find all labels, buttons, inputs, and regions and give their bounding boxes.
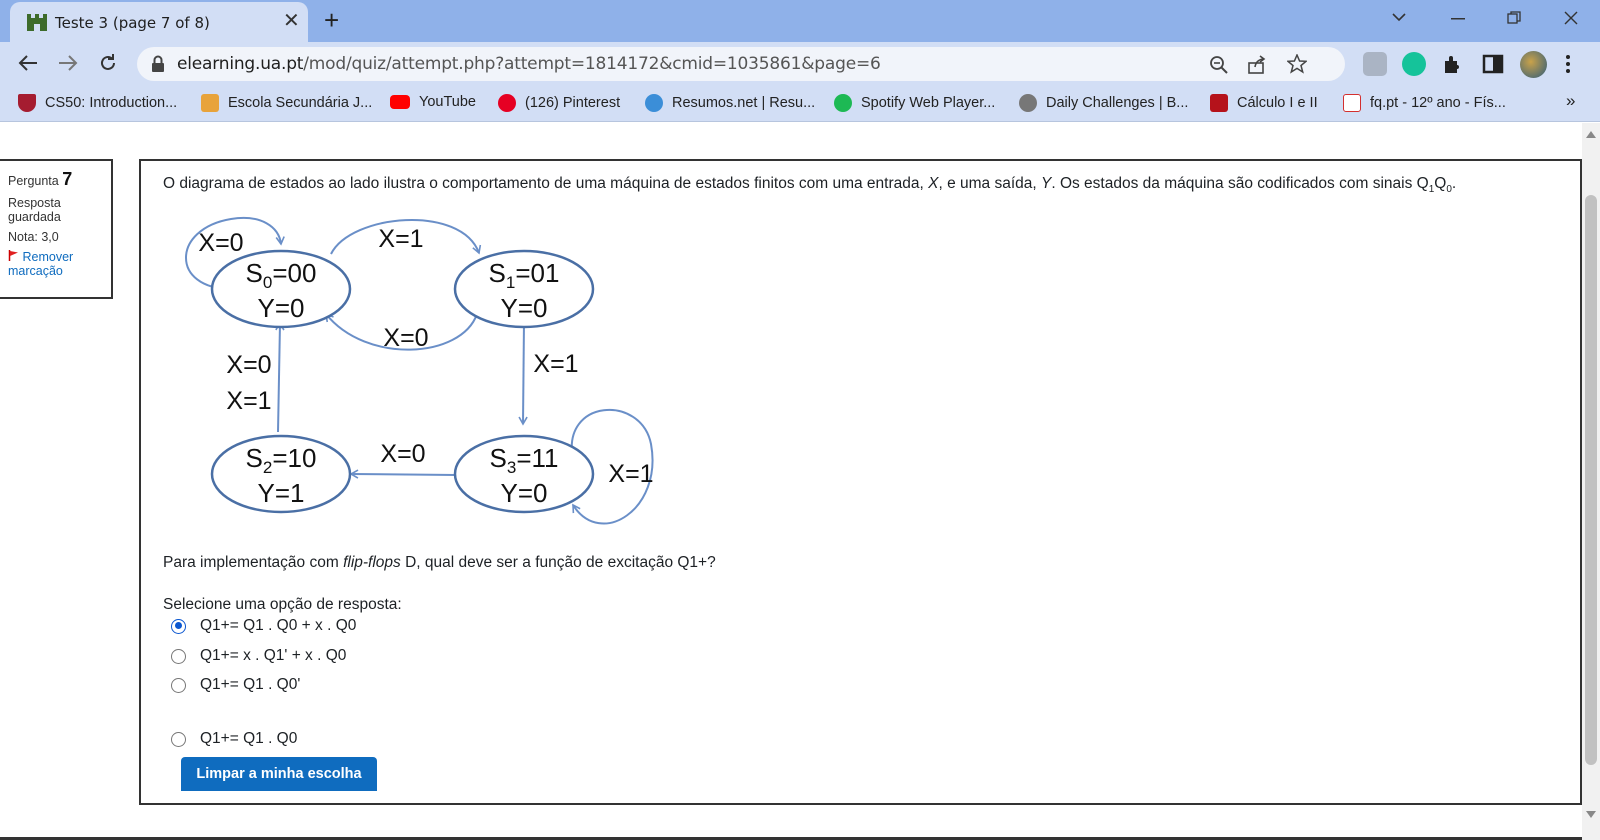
label-s2-to-s0-b: X=1 — [226, 387, 271, 415]
bookmark-escola[interactable]: Escola Secundária J... — [201, 94, 372, 112]
question-text: O diagrama de estados ao lado ilustra o … — [163, 175, 1457, 196]
spotify-icon — [834, 94, 852, 112]
question-number: 7 — [62, 169, 73, 189]
zoom-icon[interactable] — [1209, 55, 1229, 75]
close-tab-icon[interactable]: ✕ — [283, 10, 300, 32]
address-bar[interactable]: elearning.ua.pt/mod/quiz/attempt.php?att… — [137, 47, 1345, 81]
bookmark-daily-challenges[interactable]: Daily Challenges | B... — [1019, 94, 1188, 112]
edge-s2-to-s0 — [275, 321, 285, 433]
option-3-label[interactable]: Q1+= Q1 . Q0' — [200, 676, 300, 694]
url-path: /mod/quiz/attempt.php?attempt=1814172&cm… — [303, 54, 881, 74]
new-tab-button[interactable]: + — [324, 6, 339, 34]
minimize-icon[interactable] — [1451, 18, 1465, 20]
restore-icon[interactable] — [1507, 11, 1521, 25]
answer-option-3[interactable]: Q1+= Q1 . Q0' — [171, 676, 300, 694]
resumos-icon — [645, 94, 663, 112]
state-s1-label: S1=01 — [489, 258, 560, 292]
scroll-up-icon[interactable] — [1586, 131, 1596, 138]
lock-icon — [152, 55, 164, 72]
label-s2-to-s0-a: X=0 — [226, 351, 271, 379]
bookmarks-more-icon[interactable]: » — [1566, 91, 1575, 111]
tab-search-icon[interactable] — [1392, 12, 1406, 22]
scrollbar-thumb[interactable] — [1585, 195, 1597, 765]
answer-status: Resposta guardada — [8, 196, 61, 224]
harvard-shield-icon — [18, 94, 36, 112]
url-host: elearning.ua.pt — [177, 54, 304, 74]
fq-icon — [1343, 94, 1361, 112]
question-container: O diagrama de estados ao lado ilustra o … — [139, 159, 1582, 805]
state-s0-label: S0=00 — [246, 258, 317, 292]
state-s0-output: Y=0 — [258, 293, 305, 323]
bookmark-star-icon[interactable] — [1287, 54, 1307, 74]
answer-option-1[interactable]: Q1+= Q1 . Q0 + x . Q0 — [171, 617, 356, 635]
edge-s3-to-s2 — [349, 469, 457, 479]
bookmarks-bar: CS50: Introduction... Escola Secundária … — [0, 86, 1600, 122]
label-s0-self: X=0 — [198, 229, 243, 257]
radio-option-4[interactable] — [171, 731, 186, 747]
question-info-panel: Pergunta 7 Resposta guardada Nota: 3,0 R… — [0, 159, 113, 299]
label-s3-self: X=1 — [608, 460, 653, 488]
bookmark-cs50[interactable]: CS50: Introduction... — [18, 94, 177, 112]
browser-toolbar: elearning.ua.pt/mod/quiz/attempt.php?att… — [0, 42, 1600, 86]
state-s1-output: Y=0 — [501, 293, 548, 323]
challenge-icon — [1019, 94, 1037, 112]
label-s1-to-s3: X=1 — [533, 350, 578, 378]
question-label: Pergunta — [8, 174, 59, 188]
option-1-label[interactable]: Q1+= Q1 . Q0 + x . Q0 — [200, 617, 356, 635]
bookmark-pinterest[interactable]: (126) Pinterest — [498, 94, 620, 112]
browser-tab-strip: Teste 3 (page 7 of 8) ✕ + — [0, 0, 1600, 42]
answer-option-4[interactable]: Q1+= Q1 . Q0 — [171, 730, 297, 748]
moodle-castle-icon — [27, 14, 47, 31]
calculo-icon — [1210, 94, 1228, 112]
state-s3-output: Y=0 — [501, 478, 548, 508]
radio-option-3[interactable] — [171, 677, 186, 693]
remove-flag-link[interactable]: Remover marcação — [8, 250, 111, 278]
grammarly-icon[interactable] — [1402, 52, 1426, 76]
bookmark-youtube[interactable]: YouTube — [390, 94, 476, 110]
label-s0-to-s1: X=1 — [378, 225, 423, 253]
flag-icon — [8, 250, 18, 261]
youtube-icon — [390, 95, 410, 109]
reload-icon[interactable] — [98, 53, 118, 73]
state-s2-output: Y=1 — [258, 478, 305, 508]
extensions-puzzle-icon[interactable] — [1441, 52, 1465, 76]
bookmark-spotify[interactable]: Spotify Web Player... — [834, 94, 995, 112]
grade-text: Nota: 3,0 — [8, 230, 59, 244]
select-label: Selecione uma opção de resposta: — [163, 596, 402, 613]
question-prompt: Para implementação com flip-flops D, qua… — [163, 554, 716, 571]
bookmark-fq[interactable]: fq.pt - 12º ano - Fís... — [1343, 94, 1506, 112]
school-icon — [201, 94, 219, 112]
pinterest-icon — [498, 94, 516, 112]
bookmark-resumos[interactable]: Resumos.net | Resu... — [645, 94, 815, 112]
url-text[interactable]: elearning.ua.pt/mod/quiz/attempt.php?att… — [177, 54, 881, 74]
bookmark-calculo[interactable]: Cálculo I e II — [1210, 94, 1318, 112]
label-s3-to-s2: X=0 — [380, 440, 425, 468]
profile-avatar[interactable] — [1520, 51, 1547, 78]
option-4-label[interactable]: Q1+= Q1 . Q0 — [200, 730, 297, 748]
forward-icon[interactable] — [58, 54, 78, 72]
page-scrollbar[interactable] — [1582, 123, 1600, 840]
tab-title: Teste 3 (page 7 of 8) — [55, 14, 210, 32]
answer-option-2[interactable]: Q1+= x . Q1' + x . Q0 — [171, 647, 346, 665]
label-s1-to-s0: X=0 — [383, 324, 428, 352]
radio-option-2[interactable] — [171, 648, 186, 664]
page-content: Pergunta 7 Resposta guardada Nota: 3,0 R… — [0, 123, 1600, 840]
option-2-label[interactable]: Q1+= x . Q1' + x . Q0 — [200, 647, 346, 665]
share-icon[interactable] — [1247, 55, 1267, 75]
radio-option-1[interactable] — [171, 618, 186, 634]
question-number-line: Pergunta 7 — [8, 169, 111, 190]
scroll-down-icon[interactable] — [1586, 811, 1596, 818]
state-s2-label: S2=10 — [246, 443, 317, 477]
close-window-icon[interactable] — [1564, 11, 1578, 25]
edge-s1-to-s3 — [518, 320, 528, 426]
browser-tab[interactable]: Teste 3 (page 7 of 8) ✕ — [10, 2, 308, 42]
state-diagram: S0=00 Y=0 S1=01 Y=0 S2=10 Y=1 S3=11 Y=0 … — [185, 216, 654, 525]
extension-icon-gray[interactable] — [1363, 52, 1387, 76]
side-panel-icon[interactable] — [1481, 52, 1505, 76]
menu-dots-icon[interactable] — [1564, 52, 1572, 76]
clear-choice-button[interactable]: Limpar a minha escolha — [181, 757, 377, 791]
back-icon[interactable] — [18, 54, 38, 72]
state-s3-label: S3=11 — [490, 443, 559, 477]
